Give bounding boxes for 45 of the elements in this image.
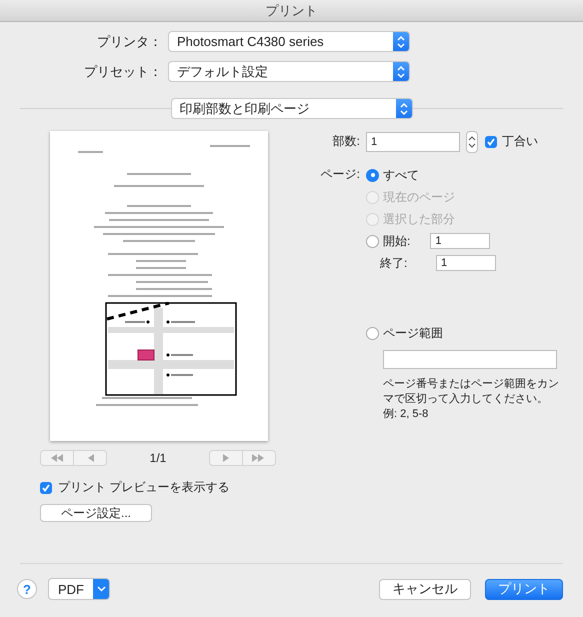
help-button[interactable]: ? — [17, 579, 37, 599]
checkbox[interactable] — [40, 482, 52, 494]
copies-label: 部数: — [332, 133, 361, 150]
stepper-icon[interactable] — [466, 130, 478, 152]
left-triangle-icon — [86, 454, 94, 462]
page-counter: 1/1 — [150, 451, 166, 465]
radio-label: ページ範囲 — [383, 324, 443, 342]
double-left-triangle-icon — [50, 454, 64, 462]
updown-icon — [396, 99, 412, 118]
radio-label: 選択した部分 — [383, 210, 455, 228]
double-right-triangle-icon — [252, 454, 266, 462]
checkbox-label: プリント プレビューを表示する — [58, 479, 230, 496]
to-field[interactable]: 1 — [436, 255, 496, 271]
last-page-button[interactable] — [243, 450, 276, 466]
collate-label: 丁合い — [502, 133, 538, 150]
updown-icon — [393, 32, 409, 51]
cancel-button[interactable]: キャンセル — [379, 578, 471, 600]
window-title: プリント — [266, 2, 318, 20]
pdf-menu-button[interactable]: PDF — [48, 578, 110, 600]
radio-label: 開始: — [383, 232, 410, 250]
next-page-button[interactable] — [209, 450, 243, 466]
hint-text: ページ番号またはページ範囲をカンマで区切って入力してください。 — [383, 377, 560, 407]
radio-button[interactable] — [366, 234, 379, 248]
first-page-button[interactable] — [40, 450, 74, 466]
updown-icon — [393, 62, 409, 81]
section-popup[interactable]: 印刷部数と印刷ページ — [170, 98, 412, 119]
radio-label: すべて — [383, 166, 419, 184]
preset-popup[interactable]: デフォルト設定 — [168, 61, 410, 82]
printer-popup[interactable]: Photosmart C4380 series — [168, 31, 410, 52]
example-text: 例: 2, 5-8 — [383, 407, 430, 422]
right-triangle-icon — [222, 454, 230, 462]
page-setup-button[interactable]: ページ設定... — [40, 504, 152, 522]
radio-button[interactable] — [366, 326, 379, 340]
preset-label: プリセット： — [83, 62, 163, 80]
pages-label: ページ: — [320, 166, 361, 183]
copies-field[interactable]: 1 — [366, 132, 460, 152]
radio-label: 現在のページ — [383, 188, 455, 206]
chevron-down-icon — [93, 579, 109, 599]
from-field[interactable]: 1 — [430, 233, 490, 249]
previous-page-button[interactable] — [74, 450, 107, 466]
printer-label: プリンタ： — [96, 32, 163, 50]
radio-button[interactable] — [366, 168, 379, 182]
page-range-field[interactable] — [383, 350, 557, 369]
to-label: 終了: — [380, 254, 408, 272]
checkbox[interactable] — [485, 136, 497, 148]
